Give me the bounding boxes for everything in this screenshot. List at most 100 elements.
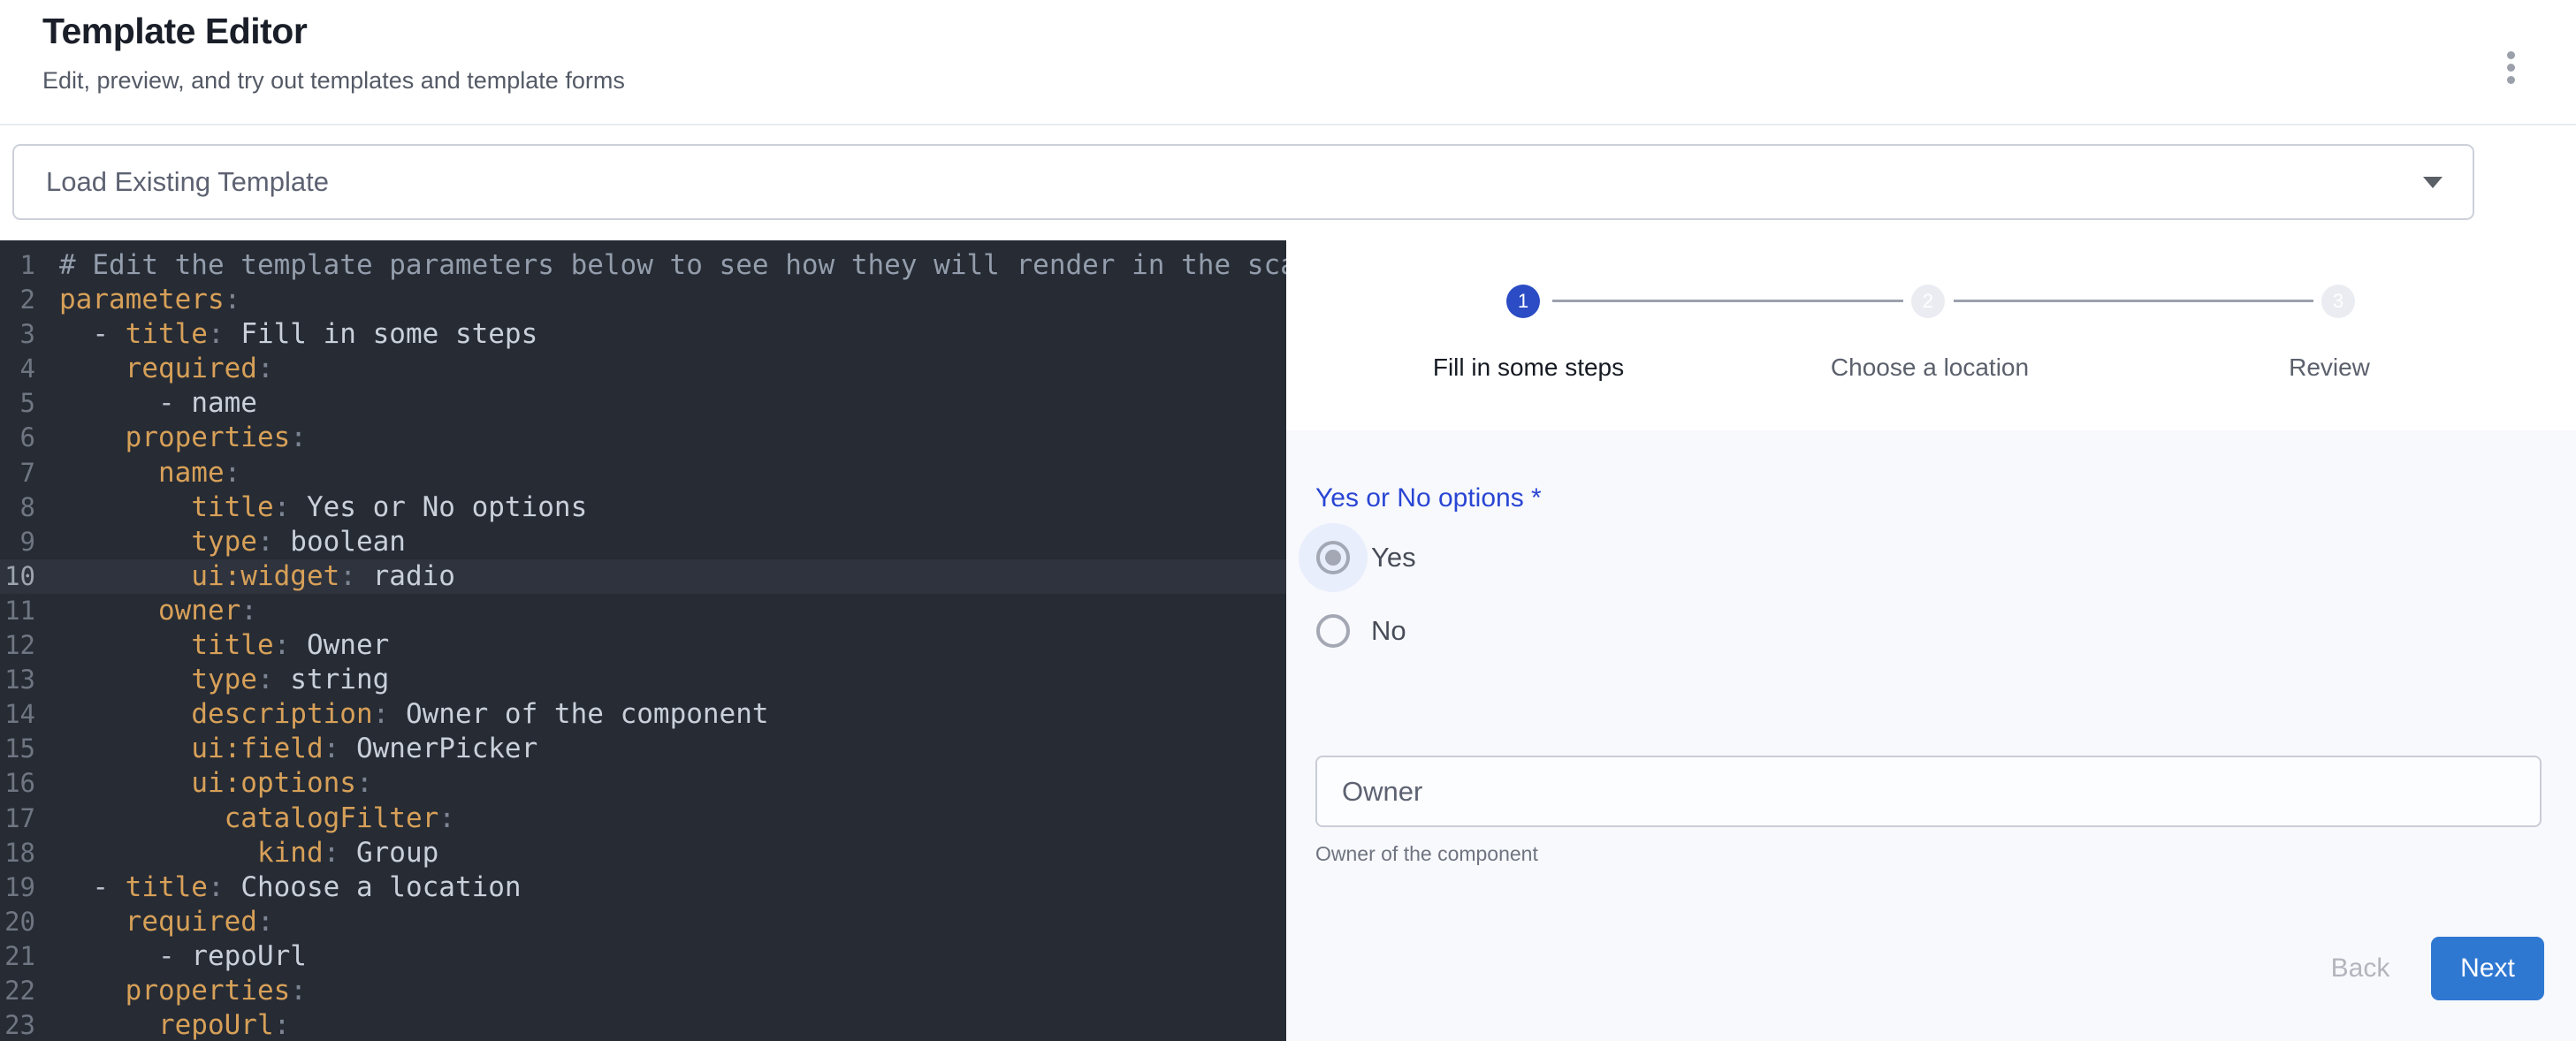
line-number: 6: [0, 421, 35, 455]
load-template-select[interactable]: Load Existing Template: [12, 144, 2474, 220]
step-label: Fill in some steps: [1307, 353, 1749, 382]
line-number: 16: [0, 766, 35, 801]
code-text: required:: [59, 905, 274, 939]
page-header: Template Editor Edit, preview, and try o…: [0, 0, 2576, 125]
step-connector: [1954, 300, 2313, 302]
kebab-vertical-icon: [2507, 76, 2515, 84]
line-number: 7: [0, 456, 35, 490]
code-line-12[interactable]: 12 title: Owner: [0, 628, 1286, 663]
step-label: Review: [2108, 353, 2550, 382]
code-text: kind: Group: [59, 836, 438, 870]
page-subtitle: Edit, preview, and try out templates and…: [42, 67, 625, 95]
load-template-section: Load Existing Template: [0, 127, 2576, 240]
line-number: 19: [0, 870, 35, 905]
code-line-7[interactable]: 7 name:: [0, 456, 1286, 490]
code-text: ui:widget: radio: [59, 559, 455, 594]
step-connector: [1552, 300, 1903, 302]
code-text: title: Yes or No options: [59, 490, 587, 525]
line-number: 4: [0, 352, 35, 386]
code-text: name:: [59, 456, 240, 490]
code-text: - repoUrl: [59, 939, 307, 974]
code-text: properties:: [59, 421, 307, 455]
code-line-22[interactable]: 22 properties:: [0, 974, 1286, 1008]
back-button[interactable]: Back: [2303, 937, 2418, 1000]
code-text: - title: Fill in some steps: [59, 317, 537, 352]
line-number: 15: [0, 732, 35, 766]
form-stepper: 1Fill in some steps2Choose a location3Re…: [1286, 240, 2576, 430]
line-number: 21: [0, 939, 35, 974]
code-text: type: boolean: [59, 525, 406, 559]
code-text: required:: [59, 352, 274, 386]
code-text: - title: Choose a location: [59, 870, 522, 905]
code-line-20[interactable]: 20 required:: [0, 905, 1286, 939]
step-circle-1: 1: [1506, 285, 1540, 318]
code-line-4[interactable]: 4 required:: [0, 352, 1286, 386]
line-number: 9: [0, 525, 35, 559]
code-text: type: string: [59, 663, 389, 697]
radio-halo: [1299, 523, 1368, 592]
radio-option-yes[interactable]: Yes: [1299, 523, 1416, 592]
code-text: ui:options:: [59, 766, 373, 801]
radio-halo: [1299, 596, 1368, 665]
kebab-vertical-icon: [2507, 64, 2515, 72]
code-text: parameters:: [59, 283, 240, 317]
radio-dot: [1325, 550, 1341, 566]
code-line-6[interactable]: 6 properties:: [0, 421, 1286, 455]
code-line-5[interactable]: 5 - name: [0, 386, 1286, 421]
caret-down-icon: [2423, 177, 2443, 188]
code-line-19[interactable]: 19 - title: Choose a location: [0, 870, 1286, 905]
line-number: 11: [0, 594, 35, 628]
code-line-16[interactable]: 16 ui:options:: [0, 766, 1286, 801]
line-number: 18: [0, 836, 35, 870]
line-number: 8: [0, 490, 35, 525]
kebab-vertical-icon: [2507, 51, 2515, 59]
code-line-2[interactable]: 2 parameters:: [0, 283, 1286, 317]
code-text: catalogFilter:: [59, 802, 455, 836]
load-template-value: Load Existing Template: [46, 166, 329, 198]
yaml-code-editor[interactable]: 1 # Edit the template parameters below to…: [0, 240, 1286, 1041]
radio-selected-icon: [1316, 541, 1350, 574]
code-line-11[interactable]: 11 owner:: [0, 594, 1286, 628]
line-number: 20: [0, 905, 35, 939]
code-text: properties:: [59, 974, 307, 1008]
line-number: 22: [0, 974, 35, 1008]
line-number: 23: [0, 1008, 35, 1041]
code-text: # Edit the template parameters below to …: [59, 248, 1286, 283]
code-line-15[interactable]: 15 ui:field: OwnerPicker: [0, 732, 1286, 766]
radio-label: No: [1371, 615, 1406, 647]
line-number: 17: [0, 802, 35, 836]
next-button[interactable]: Next: [2431, 937, 2544, 1000]
step-label: Choose a location: [1709, 353, 2151, 382]
line-number: 3: [0, 317, 35, 352]
code-text: ui:field: OwnerPicker: [59, 732, 537, 766]
line-number: 1: [0, 248, 35, 283]
line-number: 2: [0, 283, 35, 317]
page-title: Template Editor: [42, 11, 307, 52]
code-line-8[interactable]: 8 title: Yes or No options: [0, 490, 1286, 525]
code-line-18[interactable]: 18 kind: Group: [0, 836, 1286, 870]
radio-option-no[interactable]: No: [1299, 596, 1406, 665]
code-text: description: Owner of the component: [59, 697, 769, 732]
radio-group-label: Yes or No options *: [1315, 483, 1542, 513]
more-options-button[interactable]: [2491, 41, 2530, 94]
code-line-23[interactable]: 23 repoUrl:: [0, 1008, 1286, 1041]
code-line-13[interactable]: 13 type: string: [0, 663, 1286, 697]
code-line-3[interactable]: 3 - title: Fill in some steps: [0, 317, 1286, 352]
code-line-14[interactable]: 14 description: Owner of the component: [0, 697, 1286, 732]
owner-helper-text: Owner of the component: [1315, 842, 1538, 866]
code-text: - name: [59, 386, 257, 421]
code-line-10[interactable]: 10 ui:widget: radio: [0, 559, 1286, 594]
step-circle-3: 3: [2321, 285, 2355, 318]
code-text: repoUrl:: [59, 1008, 290, 1041]
template-form-preview: Yes or No options * Yes No Owner of the c…: [1286, 430, 2576, 1041]
code-line-1[interactable]: 1 # Edit the template parameters below to…: [0, 248, 1286, 283]
code-line-9[interactable]: 9 type: boolean: [0, 525, 1286, 559]
code-line-17[interactable]: 17 catalogFilter:: [0, 802, 1286, 836]
radio-unselected-icon: [1316, 614, 1350, 648]
line-number: 14: [0, 697, 35, 732]
radio-label: Yes: [1371, 542, 1416, 574]
line-number: 5: [0, 386, 35, 421]
owner-input[interactable]: [1315, 756, 2542, 827]
template-editor-page: Template Editor Edit, preview, and try o…: [0, 0, 2576, 1041]
code-line-21[interactable]: 21 - repoUrl: [0, 939, 1286, 974]
